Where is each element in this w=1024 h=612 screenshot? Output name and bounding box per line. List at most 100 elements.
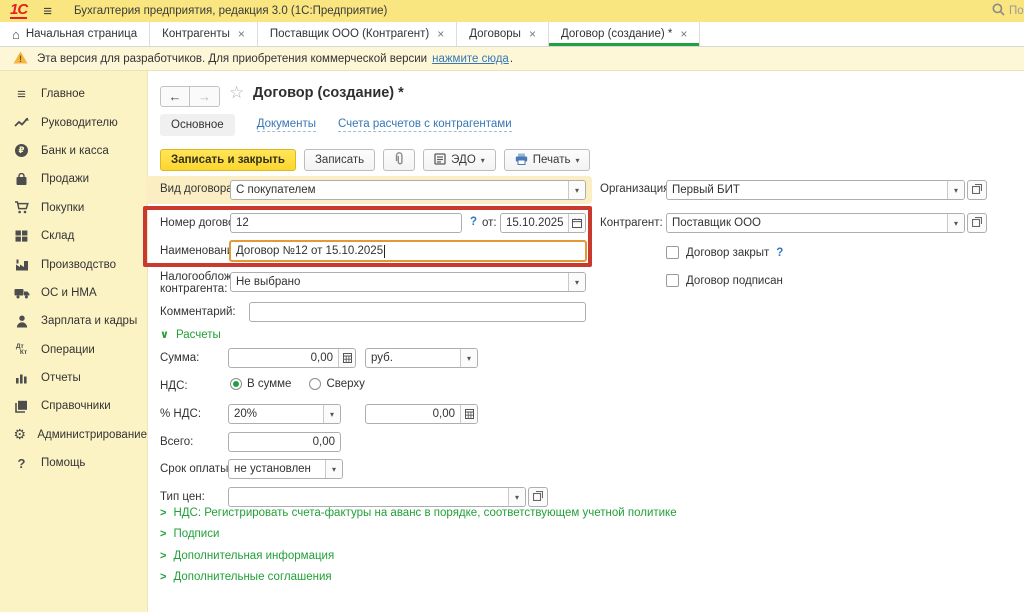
chevron-down-icon[interactable]: ▾ [508, 488, 525, 506]
history-nav: ← → [160, 86, 220, 107]
sidebar-item-operations[interactable]: ДтКт Операции [0, 336, 147, 364]
back-arrow-icon[interactable]: ← [160, 86, 190, 107]
name-input[interactable]: Договор №12 от 15.10.2025 [229, 240, 587, 262]
ruble-circle-icon: ₽ [13, 144, 30, 157]
sidebar-item-directories[interactable]: Справочники [0, 392, 147, 420]
signatures-section-toggle[interactable]: > Подписи [160, 528, 219, 540]
print-button[interactable]: Печать ▾ [504, 149, 591, 171]
close-icon[interactable]: × [437, 27, 444, 41]
sidebar-item-label: Операции [41, 344, 95, 356]
tab-supplier[interactable]: Поставщик ООО (Контрагент) × [258, 22, 457, 46]
attachment-button[interactable] [383, 149, 415, 171]
additional-info-section-toggle[interactable]: > Дополнительная информация [160, 550, 334, 562]
contract-closed-checkbox[interactable]: Договор закрыт ? [666, 246, 783, 259]
price-type-combobox[interactable]: ▾ [228, 487, 526, 507]
price-type-open-button[interactable] [528, 487, 548, 507]
edo-doc-icon [434, 153, 446, 168]
sidebar-item-warehouse[interactable]: Склад [0, 222, 147, 250]
sidebar-item-fixed-assets[interactable]: ОС и НМА [0, 279, 147, 307]
organization-combobox[interactable]: Первый БИТ ▾ [666, 180, 965, 200]
window-tab-bar: ⌂ Начальная страница Контрагенты × Поста… [0, 22, 1024, 47]
forward-arrow-icon[interactable]: → [190, 86, 220, 107]
buy-commercial-link[interactable]: нажмите сюда [432, 53, 509, 65]
contract-date-input[interactable]: 15.10.2025 [500, 213, 586, 233]
contragent-combobox[interactable]: Поставщик ООО ▾ [666, 213, 965, 233]
vat-advance-section-toggle[interactable]: > НДС: Регистрировать счета-фактуры на а… [160, 507, 677, 519]
person-icon [13, 315, 30, 328]
closed-help-icon[interactable]: ? [776, 247, 783, 259]
calculator-icon[interactable] [338, 349, 355, 367]
radio-label: В сумме [247, 378, 291, 390]
tab-osnovnoe[interactable]: Основное [160, 114, 235, 136]
radio-unselected-icon [309, 378, 321, 390]
button-label: Записать и закрыть [171, 154, 285, 166]
sidebar-item-manager[interactable]: Руководителю [0, 108, 147, 136]
section-label: Подписи [173, 528, 219, 540]
sidebar-item-administration[interactable]: ⚙ Администрирование [0, 421, 147, 449]
sum-input[interactable]: 0,00 [228, 348, 356, 368]
tab-home[interactable]: ⌂ Начальная страница [0, 22, 150, 46]
vat-in-sum-radio[interactable]: В сумме [230, 378, 291, 390]
warning-text: Эта версия для разработчиков. Для приобр… [37, 53, 427, 65]
tab-contragents[interactable]: Контрагенты × [150, 22, 258, 46]
comment-label: Комментарий: [160, 306, 236, 318]
additional-agreements-section-toggle[interactable]: > Дополнительные соглашения [160, 571, 332, 583]
save-button[interactable]: Записать [304, 149, 375, 171]
chevron-down-icon[interactable]: ▾ [323, 405, 340, 423]
contract-number-input[interactable]: 12 [230, 213, 462, 233]
close-icon[interactable]: × [529, 27, 536, 41]
warning-period: . [510, 53, 513, 65]
organization-open-button[interactable] [967, 180, 987, 200]
payment-term-combobox[interactable]: не установлен ▾ [228, 459, 343, 479]
vat-pct-combobox[interactable]: 20% ▾ [228, 404, 341, 424]
currency-combobox[interactable]: руб. ▾ [365, 348, 478, 368]
sidebar-item-label: Справочники [41, 400, 111, 412]
tab-label: Поставщик ООО (Контрагент) [270, 28, 429, 40]
chevron-down-icon[interactable]: ▾ [460, 349, 477, 367]
chevron-down-icon: ∨ [160, 328, 169, 341]
tab-dokumenty[interactable]: Документы [257, 118, 316, 132]
calculations-section-toggle[interactable]: ∨ Расчеты [160, 328, 221, 341]
chevron-down-icon[interactable]: ▾ [325, 460, 342, 478]
contragent-open-button[interactable] [967, 213, 987, 233]
checkbox-unchecked-icon [666, 274, 679, 287]
favorite-star-icon[interactable]: ☆ [229, 83, 244, 103]
contract-form: ← → ☆ Договор (создание) * Основное Доку… [149, 71, 1024, 612]
save-and-close-button[interactable]: Записать и закрыть [160, 149, 296, 171]
tab-contract-new[interactable]: Договор (создание) * × [549, 22, 700, 46]
sidebar-item-bank-cash[interactable]: ₽ Банк и касса [0, 137, 147, 165]
chevron-down-icon[interactable]: ▾ [568, 181, 585, 199]
vat-on-top-radio[interactable]: Сверху [309, 378, 364, 390]
tax-combobox[interactable]: Не выбрано ▾ [230, 272, 586, 292]
sidebar-item-purchases[interactable]: Покупки [0, 194, 147, 222]
tab-accounts[interactable]: Счета расчетов с контрагентами [338, 118, 512, 132]
chevron-down-icon[interactable]: ▾ [568, 273, 585, 291]
calculator-icon[interactable] [460, 405, 477, 423]
vid-dogovora-combobox[interactable]: С покупателем ▾ [230, 180, 586, 200]
calendar-icon[interactable] [568, 214, 585, 232]
app-title: Бухгалтерия предприятия, редакция 3.0 (1… [74, 5, 387, 17]
sidebar-item-main[interactable]: ≡ Главное [0, 80, 147, 108]
payment-term-label: Срок оплаты: [160, 463, 232, 475]
vat-sum-input[interactable]: 0,00 [365, 404, 478, 424]
sidebar-item-reports[interactable]: Отчеты [0, 364, 147, 392]
global-search[interactable]: Поиск [992, 0, 1024, 22]
close-icon[interactable]: × [238, 27, 245, 41]
tab-contracts[interactable]: Договоры × [457, 22, 549, 46]
total-input[interactable]: 0,00 [228, 432, 341, 452]
sidebar-item-help[interactable]: ? Помощь [0, 449, 147, 477]
sidebar-item-production[interactable]: Производство [0, 250, 147, 278]
chevron-down-icon[interactable]: ▾ [947, 181, 964, 199]
search-icon[interactable] [992, 3, 1005, 19]
number-help-icon[interactable]: ? [470, 216, 477, 228]
close-icon[interactable]: × [680, 27, 687, 41]
sidebar-item-sales[interactable]: Продажи [0, 165, 147, 193]
main-menu-icon[interactable]: ≡ [43, 3, 52, 20]
sidebar-item-payroll[interactable]: Зарплата и кадры [0, 307, 147, 335]
contract-signed-checkbox[interactable]: Договор подписан [666, 274, 783, 287]
chevron-down-icon[interactable]: ▾ [947, 214, 964, 232]
bar-chart-icon [13, 372, 30, 384]
button-label: Печать [533, 154, 571, 166]
edo-button[interactable]: ЭДО ▾ [423, 149, 496, 171]
comment-input[interactable] [249, 302, 586, 322]
